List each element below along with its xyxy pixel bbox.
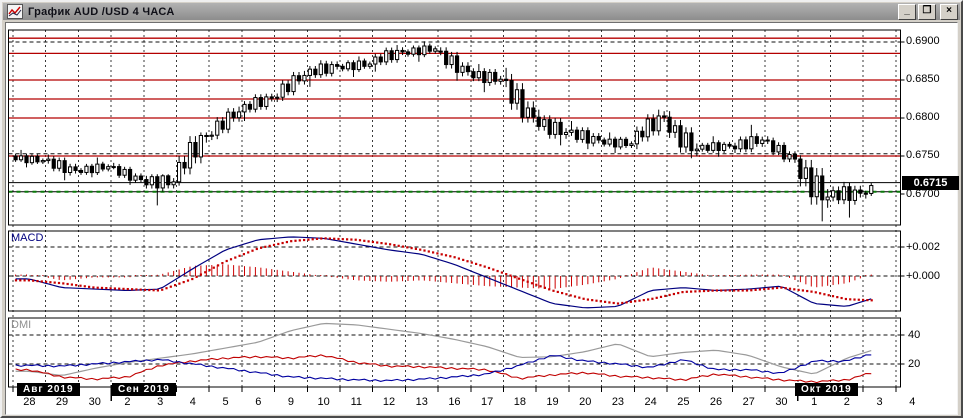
window-title: График AUD /USD 4 ЧАСА — [28, 6, 896, 18]
price-axis-label: 0.6850 — [906, 73, 940, 86]
dmi-axis-label: 20 — [908, 358, 920, 371]
date-label: 16 — [448, 396, 460, 408]
date-label: 6 — [255, 396, 261, 408]
chart-app-icon — [7, 4, 23, 19]
month-label-sep: Сен 2019 — [112, 383, 176, 396]
date-label: 20 — [579, 396, 591, 408]
date-label: 18 — [514, 396, 526, 408]
date-label: 9 — [288, 396, 294, 408]
minimize-button[interactable]: _ — [898, 4, 916, 20]
app-window: График AUD /USD 4 ЧАСА _ ❐ × — [0, 0, 963, 418]
date-label: 2 — [844, 396, 850, 408]
title-bar[interactable]: График AUD /USD 4 ЧАСА _ ❐ × — [3, 3, 960, 20]
current-price-badge: 0.6715 — [902, 176, 959, 190]
price-axis-label: 0.6750 — [906, 149, 940, 162]
price-axis-label: 0.6900 — [906, 35, 940, 48]
date-label: 10 — [318, 396, 330, 408]
macd-axis-label: +0.000 — [906, 270, 940, 283]
date-label: 4 — [909, 396, 915, 408]
date-label: 1 — [811, 396, 817, 408]
price-axis-label: 0.6800 — [906, 111, 940, 124]
date-label: 30 — [89, 396, 101, 408]
date-label: 28 — [23, 396, 35, 408]
date-label: 4 — [190, 396, 196, 408]
date-label: 3 — [157, 396, 163, 408]
date-label: 25 — [677, 396, 689, 408]
chart-window-stage: График AUD /USD 4 ЧАСА _ ❐ × 0.6900 0.68… — [0, 0, 963, 418]
maximize-button[interactable]: ❐ — [918, 4, 936, 20]
date-label: 2 — [124, 396, 130, 408]
month-label-oct: Окт 2019 — [795, 383, 858, 396]
date-label: 11 — [351, 396, 362, 408]
date-label: 23 — [612, 396, 624, 408]
close-button[interactable]: × — [940, 4, 958, 20]
dmi-axis-label: 40 — [908, 329, 920, 342]
date-label: 3 — [876, 396, 882, 408]
macd-panel-title: MACD — [11, 232, 43, 245]
date-label: 27 — [743, 396, 755, 408]
date-label: 29 — [56, 396, 68, 408]
date-label: 5 — [222, 396, 228, 408]
month-label-aug: Авг 2019 — [17, 383, 80, 396]
date-label: 30 — [775, 396, 787, 408]
macd-axis-label: +0.002 — [906, 241, 940, 254]
date-label: 17 — [481, 396, 493, 408]
chart-client-area[interactable] — [5, 22, 958, 415]
date-label: 13 — [416, 396, 428, 408]
date-label: 19 — [546, 396, 558, 408]
dmi-panel-title: DMI — [11, 319, 31, 332]
date-label: 26 — [710, 396, 722, 408]
date-label: 24 — [645, 396, 657, 408]
date-label: 12 — [383, 396, 395, 408]
